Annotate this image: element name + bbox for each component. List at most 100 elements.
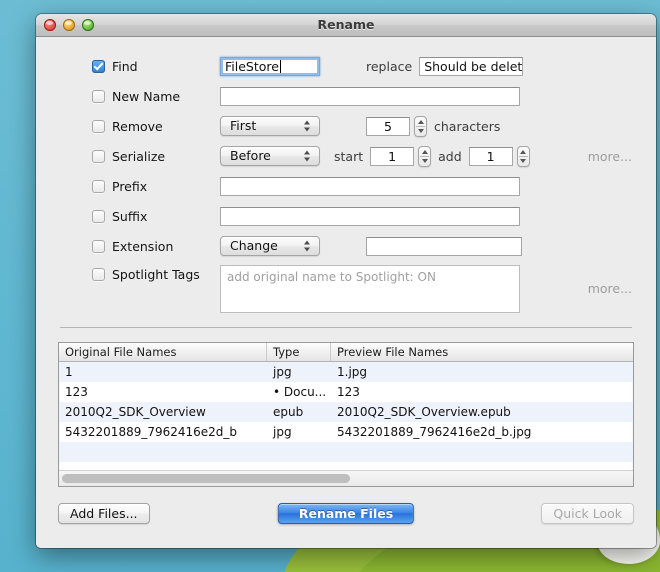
prefix-input[interactable] — [220, 176, 520, 196]
cell-preview: 2010Q2_SDK_Overview.epub — [337, 405, 511, 419]
prefix-checkbox[interactable] — [92, 179, 105, 193]
column-header-original[interactable]: Original File Names — [59, 343, 267, 361]
new-name-label: New Name — [112, 88, 181, 104]
table-row[interactable]: 5432201889_7962416e2d_b jpg 5432201889_7… — [59, 422, 633, 442]
cell-preview: 1.jpg — [337, 365, 368, 379]
row-suffix: Suffix — [36, 205, 656, 227]
cell-type: • Docu... — [273, 385, 327, 399]
quick-look-button: Quick Look — [541, 502, 634, 524]
serialize-position-select[interactable]: Before — [220, 146, 320, 166]
row-new-name: New Name — [36, 85, 656, 107]
cell-type: epub — [273, 405, 304, 419]
table-row-empty — [59, 442, 633, 462]
prefix-checkbox-wrap[interactable]: Prefix — [92, 179, 220, 194]
scrollbar-thumb[interactable] — [62, 474, 350, 483]
row-prefix: Prefix — [36, 175, 656, 197]
extension-checkbox[interactable] — [92, 239, 105, 253]
cell-type: jpg — [273, 365, 292, 379]
find-label: Find — [112, 58, 138, 74]
chevron-updown-icon — [304, 120, 311, 133]
serialize-start-stepper[interactable] — [418, 145, 432, 167]
serialize-label: Serialize — [112, 148, 166, 164]
table-row[interactable]: 123 • Docu... 123 — [59, 382, 633, 402]
add-label: add — [438, 148, 462, 164]
row-spotlight-tags: Spotlight Tags add original name to Spot… — [36, 265, 656, 317]
cell-original: 2010Q2_SDK_Overview — [65, 405, 206, 419]
cell-original: 123 — [65, 385, 88, 399]
serialize-checkbox-wrap[interactable]: Serialize — [92, 149, 220, 164]
column-header-preview[interactable]: Preview File Names — [331, 343, 633, 361]
extension-input[interactable] — [366, 236, 522, 256]
cell-preview: 5432201889_7962416e2d_b.jpg — [337, 425, 532, 439]
new-name-checkbox[interactable] — [92, 89, 105, 103]
serialize-start-input[interactable]: 1 — [370, 146, 415, 166]
window-controls — [44, 19, 94, 31]
rename-options-form: Find FileStore replace Should be delet N… — [36, 37, 656, 317]
spotlight-tags-textarea[interactable]: add original name to Spotlight: ON — [220, 265, 520, 313]
cell-original: 5432201889_7962416e2d_b — [65, 425, 238, 439]
suffix-checkbox[interactable] — [92, 209, 105, 223]
remove-checkbox-wrap[interactable]: Remove — [92, 119, 220, 134]
text-caret — [279, 59, 281, 73]
extension-action-value: Change — [230, 238, 278, 253]
spotlight-more-link[interactable]: more... — [588, 281, 632, 296]
spotlight-tags-checkbox[interactable] — [92, 268, 105, 281]
new-name-checkbox-wrap[interactable]: New Name — [92, 89, 220, 104]
window-title: Rename — [317, 17, 375, 32]
replace-input[interactable]: Should be delet — [419, 56, 524, 76]
chevron-updown-icon — [304, 240, 311, 253]
section-divider — [60, 327, 632, 328]
footer-toolbar: Add Files... Rename Files Quick Look — [36, 487, 656, 539]
spotlight-tags-checkbox-wrap[interactable]: Spotlight Tags — [92, 265, 220, 282]
extension-checkbox-wrap[interactable]: Extension — [92, 239, 220, 254]
find-input-value: FileStore — [225, 58, 279, 74]
remove-position-value: First — [230, 118, 257, 133]
find-checkbox[interactable] — [92, 59, 105, 73]
remove-count-stepper[interactable] — [414, 115, 427, 137]
extension-action-select[interactable]: Change — [220, 236, 320, 256]
prefix-label: Prefix — [112, 178, 148, 194]
row-extension: Extension Change — [36, 235, 656, 257]
horizontal-scrollbar[interactable] — [59, 470, 633, 486]
remove-checkbox[interactable] — [92, 119, 105, 133]
new-name-input[interactable] — [220, 86, 520, 106]
minimize-button[interactable] — [63, 19, 75, 31]
cell-preview: 123 — [337, 385, 360, 399]
cell-type: jpg — [273, 425, 292, 439]
row-remove: Remove First 5 characters — [36, 115, 656, 137]
suffix-checkbox-wrap[interactable]: Suffix — [92, 209, 220, 224]
column-header-type[interactable]: Type — [267, 343, 331, 361]
remove-count-input[interactable]: 5 — [366, 116, 410, 136]
suffix-input[interactable] — [220, 206, 520, 226]
row-serialize: Serialize Before start 1 add 1 more... — [36, 145, 656, 167]
add-files-button[interactable]: Add Files... — [58, 502, 150, 524]
window-titlebar[interactable]: Rename — [36, 14, 656, 37]
characters-label: characters — [434, 118, 501, 134]
remove-position-select[interactable]: First — [220, 116, 320, 136]
rename-window: Rename Find FileStore replace Should be … — [36, 14, 656, 548]
spotlight-tags-label: Spotlight Tags — [112, 267, 200, 282]
serialize-checkbox[interactable] — [92, 149, 105, 163]
table-row-empty — [59, 462, 633, 470]
rename-files-button[interactable]: Rename Files — [277, 502, 415, 524]
chevron-updown-icon — [304, 150, 311, 163]
remove-label: Remove — [112, 118, 163, 134]
close-button[interactable] — [44, 19, 56, 31]
zoom-button[interactable] — [82, 19, 94, 31]
window-content: Find FileStore replace Should be delet N… — [36, 37, 656, 548]
serialize-position-value: Before — [230, 148, 271, 163]
table-body: 1 jpg 1.jpg 123 • Docu... 123 2010Q2_SDK… — [59, 362, 633, 470]
table-row[interactable]: 1 jpg 1.jpg — [59, 362, 633, 382]
files-table: Original File Names Type Preview File Na… — [58, 342, 634, 487]
cell-original: 1 — [65, 365, 73, 379]
serialize-add-input[interactable]: 1 — [468, 146, 513, 166]
table-header-row: Original File Names Type Preview File Na… — [59, 343, 633, 362]
row-find: Find FileStore replace Should be delet — [36, 55, 656, 77]
table-row[interactable]: 2010Q2_SDK_Overview epub 2010Q2_SDK_Over… — [59, 402, 633, 422]
find-input[interactable]: FileStore — [220, 56, 320, 76]
find-checkbox-wrap[interactable]: Find — [92, 59, 220, 74]
serialize-add-stepper[interactable] — [516, 145, 530, 167]
start-label: start — [334, 148, 364, 164]
serialize-more-link[interactable]: more... — [588, 149, 632, 164]
suffix-label: Suffix — [112, 208, 148, 224]
